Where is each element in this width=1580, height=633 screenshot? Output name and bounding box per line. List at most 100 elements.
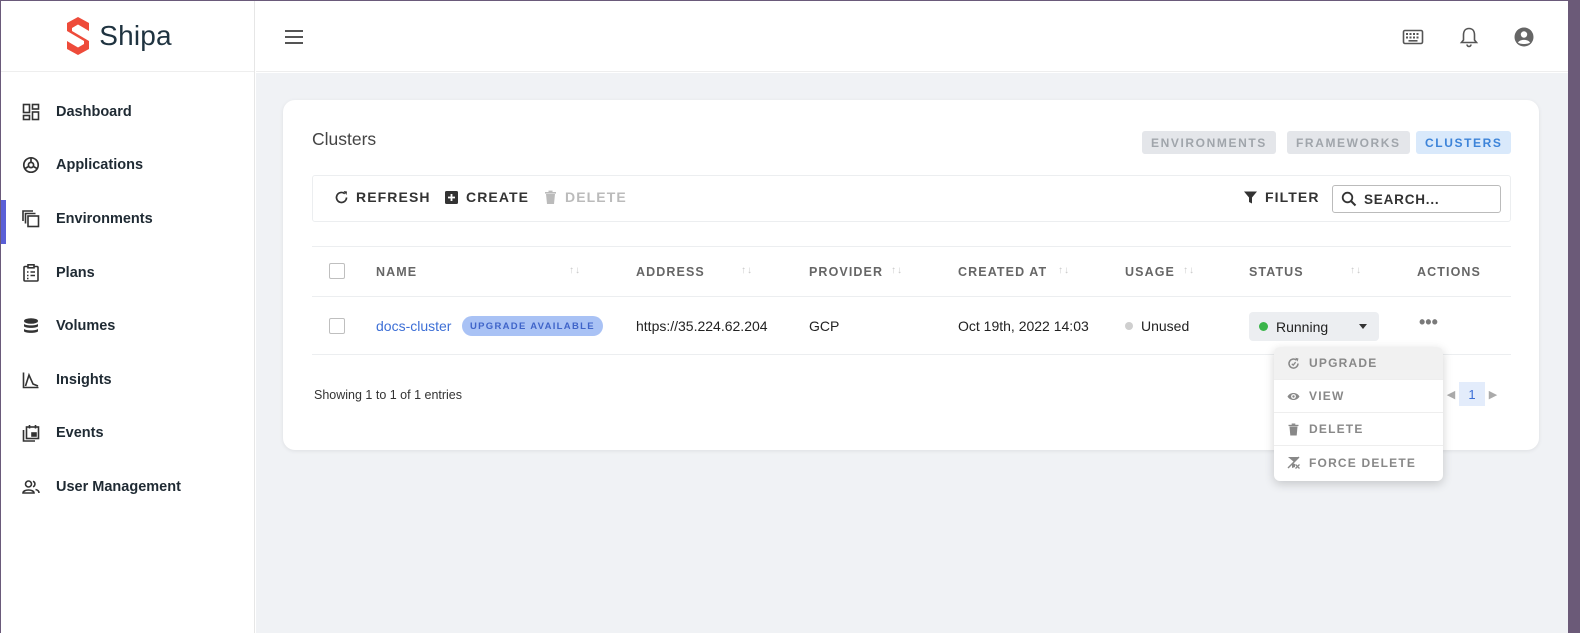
menu-item-force-delete[interactable]: FORCE DELETE (1274, 446, 1443, 479)
insights-icon (22, 371, 40, 389)
status-dropdown[interactable]: Running (1249, 312, 1379, 341)
menu-item-view[interactable]: VIEW (1274, 380, 1443, 413)
upgrade-available-badge: UPGRADE AVAILABLE (462, 316, 603, 336)
sidebar-item-label: Dashboard (56, 103, 132, 120)
cluster-address: https://35.224.62.204 (636, 318, 768, 334)
sidebar-item-label: Events (56, 425, 104, 442)
menu-item-upgrade[interactable]: UPGRADE (1274, 347, 1443, 380)
column-header-address[interactable]: ADDRESS (636, 265, 705, 279)
search-input[interactable] (1364, 191, 1494, 207)
refresh-label: REFRESH (356, 189, 431, 205)
delete-label: DELETE (565, 189, 627, 205)
shipa-logo-icon (67, 17, 90, 55)
delete-button[interactable]: DELETE (543, 189, 627, 205)
hamburger-menu-icon[interactable] (284, 27, 304, 47)
sidebar-item-plans[interactable]: Plans (1, 246, 254, 300)
sidebar-item-events[interactable]: Events (1, 407, 254, 461)
pagination-info: Showing 1 to 1 of 1 entries (314, 388, 463, 402)
sidebar-item-label: Environments (56, 210, 153, 227)
column-header-created-at[interactable]: CREATED AT (958, 265, 1047, 279)
logo[interactable]: Shipa (1, 1, 254, 72)
bell-icon[interactable] (1458, 26, 1480, 48)
column-header-actions: ACTIONS (1417, 265, 1481, 279)
filter-icon (1244, 191, 1257, 203)
users-icon (22, 478, 40, 496)
upgrade-icon (1288, 357, 1299, 369)
next-page-icon[interactable]: ▶ (1485, 382, 1501, 406)
sidebar-item-label: Plans (56, 264, 95, 281)
tab-environments[interactable]: ENVIRONMENTS (1142, 131, 1276, 154)
trash-icon (545, 190, 556, 204)
topbar (256, 1, 1568, 72)
cluster-provider: GCP (809, 318, 840, 334)
tab-frameworks[interactable]: FRAMEWORKS (1287, 131, 1410, 154)
app-window: Shipa Dashboard Applications Environment… (0, 0, 1568, 633)
caret-down-icon (1359, 324, 1367, 329)
sort-icon[interactable]: ↑↓ (1183, 265, 1195, 276)
force-delete-icon (1287, 456, 1300, 469)
sidebar-item-label: Applications (56, 157, 144, 174)
sidebar: Shipa Dashboard Applications Environment… (1, 1, 255, 633)
cluster-created-at: Oct 19th, 2022 14:03 (958, 318, 1089, 334)
events-icon (22, 424, 40, 443)
eye-icon (1287, 392, 1300, 400)
search-icon (1341, 191, 1357, 207)
refresh-icon (335, 190, 348, 203)
row-checkbox[interactable] (329, 318, 345, 334)
usage-status-dot (1125, 322, 1133, 330)
cluster-name-link[interactable]: docs-cluster (376, 318, 451, 334)
sidebar-item-user-management[interactable]: User Management (1, 460, 254, 514)
menu-item-delete[interactable]: DELETE (1274, 413, 1443, 446)
menu-item-label: FORCE DELETE (1309, 455, 1417, 470)
brand-name: Shipa (99, 20, 172, 51)
plans-icon (22, 263, 40, 282)
create-button[interactable]: CREATE (444, 189, 529, 205)
page-number-button[interactable]: 1 (1459, 382, 1485, 406)
column-header-status[interactable]: STATUS (1249, 265, 1304, 279)
menu-item-label: DELETE (1309, 422, 1364, 436)
refresh-button[interactable]: REFRESH (334, 189, 431, 205)
sidebar-item-insights[interactable]: Insights (1, 353, 254, 407)
running-status-dot (1259, 322, 1268, 331)
filter-button[interactable]: FILTER (1243, 189, 1320, 205)
sort-icon[interactable]: ↑↓ (1350, 265, 1362, 276)
sidebar-nav: Dashboard Applications Environments Plan… (1, 72, 254, 514)
trash-icon (1288, 423, 1299, 435)
column-header-usage[interactable]: USAGE (1125, 265, 1175, 279)
volumes-icon (22, 317, 40, 335)
sort-icon[interactable]: ↑↓ (569, 265, 581, 276)
usage-label: Unused (1141, 318, 1190, 334)
sort-icon[interactable]: ↑↓ (1058, 265, 1070, 276)
sidebar-item-label: User Management (56, 478, 181, 495)
column-header-name[interactable]: NAME (376, 265, 417, 279)
keyboard-icon[interactable] (1402, 26, 1424, 48)
window-edge (1568, 0, 1580, 633)
sidebar-item-label: Insights (56, 371, 112, 388)
applications-icon (22, 156, 40, 174)
sort-icon[interactable]: ↑↓ (741, 265, 753, 276)
select-all-checkbox[interactable] (329, 263, 345, 279)
create-label: CREATE (466, 189, 530, 205)
tab-clusters[interactable]: CLUSTERS (1416, 131, 1512, 154)
account-icon[interactable] (1513, 26, 1535, 48)
sidebar-item-dashboard[interactable]: Dashboard (1, 85, 254, 139)
sidebar-item-volumes[interactable]: Volumes (1, 299, 254, 353)
sidebar-item-label: Volumes (56, 318, 116, 335)
sidebar-item-applications[interactable]: Applications (1, 139, 254, 193)
column-header-provider[interactable]: PROVIDER (809, 265, 883, 279)
filter-label: FILTER (1265, 189, 1320, 205)
actions-menu: UPGRADE VIEW DELETE FORCE DELETE (1274, 347, 1443, 481)
clusters-table: NAME ↑↓ ADDRESS ↑↓ PROVIDER ↑↓ CREATED A… (312, 246, 1511, 355)
status-label: Running (1276, 318, 1329, 335)
add-box-icon (445, 190, 458, 204)
sort-icon[interactable]: ↑↓ (891, 265, 903, 276)
pagination: ◀ 1 ▶ (1443, 382, 1501, 406)
search-box[interactable] (1332, 185, 1501, 213)
sidebar-item-environments[interactable]: Environments (1, 192, 254, 246)
cluster-usage: Unused (1125, 318, 1189, 334)
prev-page-icon[interactable]: ◀ (1443, 382, 1459, 406)
dashboard-icon (22, 103, 40, 121)
more-actions-icon[interactable]: ••• (1419, 313, 1438, 331)
table-header: NAME ↑↓ ADDRESS ↑↓ PROVIDER ↑↓ CREATED A… (312, 246, 1511, 297)
menu-item-label: UPGRADE (1309, 356, 1378, 370)
